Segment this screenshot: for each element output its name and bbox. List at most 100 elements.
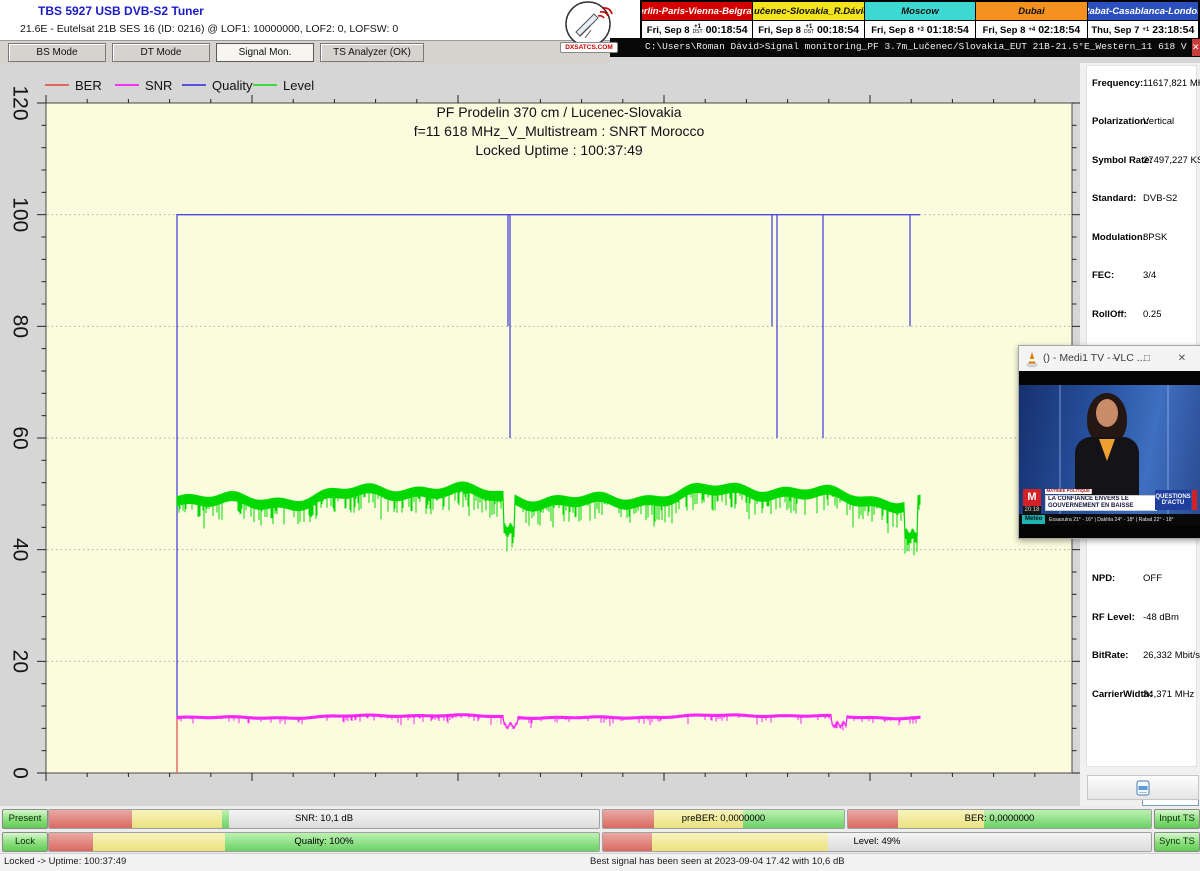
param-value: 0.25	[1143, 309, 1162, 320]
param-standard: Standard:DVB-S2	[1087, 193, 1196, 207]
legend-label: Level	[283, 78, 314, 93]
command-prompt-text: C:\Users\Roman Dávid>Signal monitoring_P…	[645, 41, 1200, 52]
vlc-window: () - Medi1 TV - VLC ... – □ ✕ M 20:18 MA…	[1018, 345, 1200, 539]
signal-monitor-chart: 0 20 40 60 80 100 120 PF Prodelin 370 cm / Luce…	[0, 63, 1080, 806]
param-bitrate: BitRate:26,332 Mbit/s	[1087, 650, 1196, 664]
svg-text:120: 120	[9, 85, 32, 120]
tab-strip: BS Mode DT Mode Signal Mon. TS Analyzer (OK…	[0, 40, 610, 64]
legend-item-ber: BER	[45, 78, 102, 92]
minimize-icon[interactable]: –	[1104, 346, 1126, 371]
param-value: 27497,227 KS/s	[1143, 155, 1200, 166]
clock-city: Moscow	[865, 2, 975, 21]
ticker-text: Essaouira 21° - 16° | Dakhla 24° - 18° |…	[1049, 517, 1174, 522]
clock-lu-enec-slovakia-r-d-vid: Lučenec-Slovakia_R.DávidFri, Sep 8+1DST0…	[753, 2, 864, 42]
param-rolloff: RollOff:0.25	[1087, 309, 1196, 323]
clock-city: Berlin-Paris-Vienna-Belgrade	[642, 2, 752, 21]
snr-bar: SNR: 10,1 dB	[48, 809, 600, 829]
param-polarization: Polarization:Vertical	[1087, 116, 1196, 130]
bar-label: Level: 49%	[603, 833, 1151, 851]
param-frequency: Frequency:11617,821 MHz	[1087, 78, 1196, 92]
svg-text:20: 20	[9, 650, 32, 673]
tab-ts-analyzer-ok-[interactable]: TS Analyzer (OK)	[320, 43, 424, 62]
legend-item-quality: Quality	[182, 78, 252, 92]
legend-label: BER	[75, 78, 102, 93]
param-value: Vertical	[1143, 116, 1174, 127]
status-lock-uptime: Locked -> Uptime: 100:37:49	[4, 856, 126, 867]
status-best-signal: Best signal has been seen at 2023-09-04 …	[590, 856, 845, 867]
close-icon[interactable]: ✕	[1192, 39, 1200, 56]
chart-plot: 0 20 40 60 80 100 120 PF Prodelin 370 cm / Luce…	[0, 63, 1080, 806]
tab-bs-mode[interactable]: BS Mode	[8, 43, 106, 62]
legend-swatch	[45, 84, 69, 86]
tab-signal-mon-[interactable]: Signal Mon.	[216, 43, 314, 62]
param-value: 26,332 Mbit/s	[1143, 650, 1200, 661]
quality-bar: Quality: 100%	[48, 832, 600, 852]
clock-datetime: Fri, Sep 8+1DST00:18:54	[642, 21, 752, 39]
app-subtitle: 21.6E - Eutelsat 21B SES 16 (ID: 0216) @…	[20, 23, 398, 35]
clock-datetime: Fri, Sep 8+301:18:54	[865, 21, 975, 39]
param-npd: NPD:OFF	[1087, 573, 1196, 587]
dxsatcs-logo: DXSATCS.COM	[560, 0, 616, 54]
close-icon[interactable]: ✕	[1171, 346, 1193, 371]
ts-table-button[interactable]	[1087, 775, 1199, 800]
legend-item-level: Level	[253, 78, 314, 92]
param-value: -48 dBm	[1143, 612, 1179, 623]
clock-city: Rabat-Casablanca-London	[1088, 2, 1198, 21]
param-label: Frequency:	[1092, 78, 1143, 89]
program-badge: QUESTIONS D'ACTU	[1155, 490, 1191, 510]
legend-label: SNR	[145, 78, 172, 93]
clock-dubai: DubaiFri, Sep 8+402:18:54	[976, 2, 1087, 42]
clock-moscow: MoscowFri, Sep 8+301:18:54	[865, 2, 976, 42]
presenter-face	[1096, 399, 1118, 427]
param-value: 3/4	[1143, 270, 1156, 281]
bar-label: preBER: 0,0000000	[603, 810, 844, 828]
bar-label: Quality: 100%	[49, 833, 599, 851]
maximize-icon[interactable]: □	[1136, 346, 1158, 371]
legend-item-snr: SNR	[115, 78, 172, 92]
clock-city: Dubai	[976, 2, 1086, 21]
param-label: Modulation:	[1092, 232, 1146, 243]
lock-indicator: Lock	[2, 832, 48, 852]
param-modulation: Modulation:8PSK	[1087, 232, 1196, 246]
channel-logo: M	[1023, 489, 1041, 506]
param-symbolrate: Symbol Rate:27497,227 KS/s	[1087, 155, 1196, 169]
svg-text:80: 80	[9, 315, 32, 338]
legend-swatch	[253, 84, 277, 86]
tab-dt-mode[interactable]: DT Mode	[112, 43, 210, 62]
preber-bar: preBER: 0,0000000	[602, 809, 845, 829]
vlc-title: () - Medi1 TV - VLC ...	[1043, 352, 1146, 364]
param-carrierwidth: CarrierWidth:34,371 MHz	[1087, 689, 1196, 703]
param-label: RF Level:	[1092, 612, 1135, 623]
onscreen-clock: 20:18	[1023, 506, 1041, 514]
param-label: NPD:	[1092, 573, 1115, 584]
vlc-video[interactable]: M 20:18 MATINÉE POLITIQUE LA CONFIANCE E…	[1019, 371, 1200, 538]
param-value: 11617,821 MHz	[1143, 78, 1200, 89]
svg-text:100: 100	[9, 197, 32, 232]
svg-text:f=11 618 MHz_V_Multistream : S: f=11 618 MHz_V_Multistream : SNRT Morocc…	[414, 123, 705, 139]
layers-icon	[1136, 780, 1150, 796]
param-label: Standard:	[1092, 193, 1136, 204]
lower-third-banner: M 20:18 MATINÉE POLITIQUE LA CONFIANCE E…	[1019, 489, 1200, 514]
vlc-titlebar[interactable]: () - Medi1 TV - VLC ... – □ ✕	[1019, 346, 1200, 371]
svg-text:40: 40	[9, 538, 32, 561]
app-title: TBS 5927 USB DVB-S2 Tuner	[38, 4, 204, 18]
ticker-tag: Météo	[1022, 515, 1045, 524]
present-indicator: Present	[2, 809, 48, 829]
svg-text:60: 60	[9, 426, 32, 449]
ber-bar: BER: 0,0000000	[847, 809, 1152, 829]
legend-label: Quality	[212, 78, 252, 93]
legend-swatch	[182, 84, 206, 86]
param-label: BitRate:	[1092, 650, 1128, 661]
legend-swatch	[115, 84, 139, 86]
red-accent	[1192, 490, 1197, 510]
param-value: 34,371 MHz	[1143, 689, 1194, 700]
param-rflevel: RF Level: -48 dBm	[1087, 612, 1196, 626]
logo-text: DXSATCS.COM	[560, 42, 618, 53]
svg-text:0: 0	[9, 767, 32, 779]
level-bar: Level: 49%	[602, 832, 1152, 852]
svg-text:PF Prodelin 370 cm / Lucenec-S: PF Prodelin 370 cm / Lucenec-Slovakia	[436, 104, 681, 120]
param-fec: FEC:3/4	[1087, 270, 1196, 284]
clock-datetime: Fri, Sep 8+402:18:54	[976, 21, 1086, 39]
clock-rabat-casablanca-london: Rabat-Casablanca-LondonThu, Sep 7+123:18…	[1088, 2, 1198, 42]
sync-ts-indicator: Sync TS	[1154, 832, 1200, 852]
